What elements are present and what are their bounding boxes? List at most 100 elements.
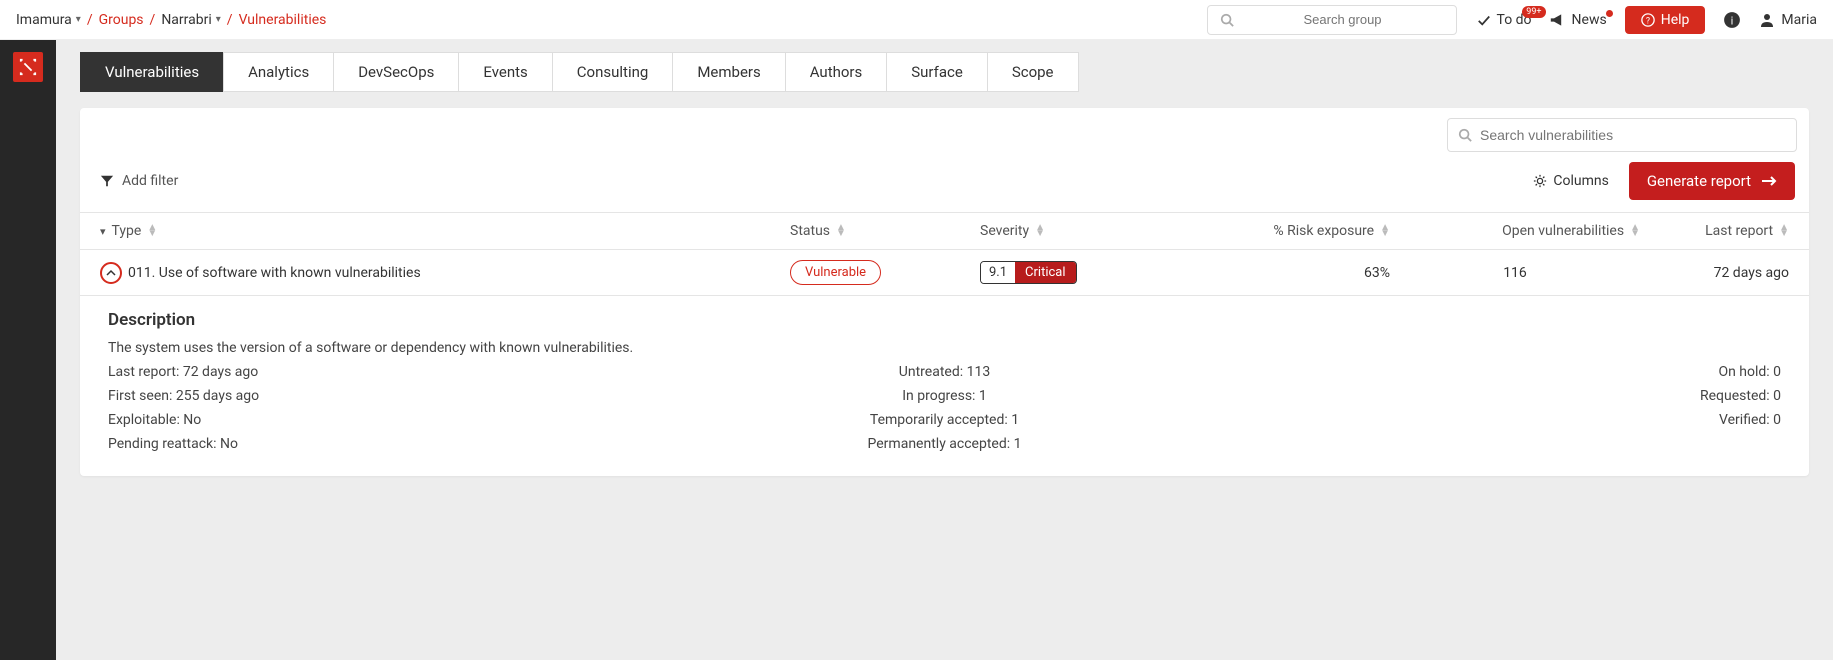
todo-button[interactable]: To do 99+ (1477, 12, 1532, 28)
info-icon: i (1723, 11, 1741, 29)
row-collapse-button[interactable] (100, 262, 122, 284)
row-last: 72 days ago (1640, 265, 1789, 281)
table-header: ▾ Type ▲▼ Status ▲▼ Severity ▲▼ % Risk e… (80, 212, 1809, 250)
col-header-severity[interactable]: Severity ▲▼ (980, 223, 1170, 239)
row-type: 011. Use of software with known vulnerab… (128, 265, 421, 281)
sort-icon: ▲▼ (1630, 225, 1640, 237)
filter-icon (100, 174, 114, 188)
tab-consulting[interactable]: Consulting (552, 52, 674, 92)
tab-analytics[interactable]: Analytics (223, 52, 334, 92)
breadcrumb-separator: / (227, 12, 233, 28)
tabs: Vulnerabilities Analytics DevSecOps Even… (80, 52, 1833, 92)
help-button[interactable]: ? Help (1625, 6, 1706, 34)
arrow-right-icon (1761, 175, 1777, 187)
tab-scope[interactable]: Scope (987, 52, 1079, 92)
detail-pending: Pending reattack: No (108, 432, 666, 456)
sort-icon: ▲▼ (147, 225, 157, 237)
add-filter-button[interactable]: Add filter (100, 173, 178, 189)
gear-icon (1533, 174, 1547, 188)
row-risk: 63% (1170, 265, 1390, 281)
user-label: Maria (1781, 12, 1817, 28)
top-search-input[interactable] (1242, 12, 1444, 27)
top-search[interactable] (1207, 5, 1457, 35)
detail-temp-accepted: Temporarily accepted: 1 (666, 408, 1224, 432)
sort-icon: ▲▼ (836, 225, 846, 237)
svg-text:?: ? (1646, 16, 1650, 26)
detail-in-progress: In progress: 1 (666, 384, 1224, 408)
main-content: Vulnerabilities Analytics DevSecOps Even… (56, 40, 1833, 660)
vuln-panel: Add filter Columns Generate report ▾ (80, 108, 1809, 476)
tab-authors[interactable]: Authors (785, 52, 888, 92)
detail-col-mid: Untreated: 113 In progress: 1 Temporaril… (666, 360, 1224, 456)
detail-description: The system uses the version of a softwar… (108, 340, 1781, 356)
news-label: News (1572, 12, 1607, 28)
todo-badge: 99+ (1522, 6, 1545, 19)
sort-icon: ▲▼ (1779, 225, 1789, 237)
top-actions: To do 99+ News ? Help i Maria (1477, 6, 1817, 34)
chevron-down-icon: ▾ (216, 14, 221, 25)
detail-perm-accepted: Permanently accepted: 1 (666, 432, 1224, 456)
vuln-search-input[interactable] (1480, 127, 1786, 143)
search-icon (1458, 128, 1472, 142)
sidebar (0, 40, 56, 660)
columns-label: Columns (1553, 173, 1608, 189)
col-header-open[interactable]: Open vulnerabilities ▲▼ (1390, 223, 1640, 239)
app-logo[interactable] (13, 52, 43, 82)
row-open: 116 (1390, 265, 1640, 281)
breadcrumb-separator: / (87, 12, 93, 28)
detail-untreated: Untreated: 113 (666, 360, 1224, 384)
col-header-last[interactable]: Last report ▲▼ (1640, 223, 1789, 239)
breadcrumb-item-vulnerabilities[interactable]: Vulnerabilities (239, 12, 327, 28)
sort-icon: ▲▼ (1380, 225, 1390, 237)
detail-requested: Requested: 0 (1223, 384, 1781, 408)
tab-devsecops[interactable]: DevSecOps (333, 52, 459, 92)
col-header-risk[interactable]: % Risk exposure ▲▼ (1170, 223, 1390, 239)
chevron-down-icon: ▾ (76, 14, 81, 25)
detail-first-seen: First seen: 255 days ago (108, 384, 666, 408)
vuln-search[interactable] (1447, 118, 1797, 152)
row-detail: Description The system uses the version … (80, 296, 1809, 456)
bullhorn-icon (1550, 13, 1566, 27)
severity-score: 9.1 (981, 262, 1015, 283)
breadcrumb-item-narrabri[interactable]: Narrabri▾ (161, 12, 220, 28)
breadcrumb-separator: / (150, 12, 156, 28)
tab-surface[interactable]: Surface (886, 52, 988, 92)
generate-report-label: Generate report (1647, 172, 1751, 190)
add-filter-label: Add filter (122, 173, 178, 189)
chevron-up-icon (106, 268, 116, 278)
columns-button[interactable]: Columns (1533, 173, 1608, 189)
breadcrumb-item-groups[interactable]: Groups (99, 12, 144, 28)
detail-last-report: Last report: 72 days ago (108, 360, 666, 384)
info-button[interactable]: i (1723, 11, 1741, 29)
tab-events[interactable]: Events (458, 52, 552, 92)
detail-col-right: On hold: 0 Requested: 0 Verified: 0 (1223, 360, 1781, 456)
detail-verified: Verified: 0 (1223, 408, 1781, 432)
status-badge: Vulnerable (790, 260, 881, 285)
news-button[interactable]: News (1550, 12, 1607, 28)
toolbar: Add filter Columns Generate report (80, 152, 1809, 212)
svg-text:i: i (1731, 14, 1734, 27)
sort-icon: ▲▼ (1035, 225, 1045, 237)
table-row[interactable]: 011. Use of software with known vulnerab… (80, 250, 1809, 296)
generate-report-button[interactable]: Generate report (1629, 162, 1795, 200)
tab-members[interactable]: Members (672, 52, 785, 92)
severity-label: Critical (1015, 262, 1075, 283)
detail-exploitable: Exploitable: No (108, 408, 666, 432)
user-menu[interactable]: Maria (1759, 12, 1817, 28)
help-label: Help (1661, 12, 1690, 28)
detail-col-left: Last report: 72 days ago First seen: 255… (108, 360, 666, 456)
tab-vulnerabilities[interactable]: Vulnerabilities (80, 52, 224, 92)
detail-title: Description (108, 310, 1781, 330)
col-header-type[interactable]: ▾ Type ▲▼ (100, 223, 790, 239)
search-icon (1220, 13, 1234, 27)
severity-chip: 9.1 Critical (980, 261, 1077, 284)
user-icon (1759, 12, 1775, 28)
chevron-down-icon: ▾ (100, 225, 106, 238)
breadcrumb-item-imamura[interactable]: Imamura▾ (16, 12, 81, 28)
detail-on-hold: On hold: 0 (1223, 360, 1781, 384)
notification-dot (1606, 10, 1613, 17)
breadcrumb: Imamura▾ / Groups / Narrabri▾ / Vulnerab… (16, 12, 1207, 28)
top-bar: Imamura▾ / Groups / Narrabri▾ / Vulnerab… (0, 0, 1833, 40)
col-header-status[interactable]: Status ▲▼ (790, 223, 980, 239)
question-icon: ? (1641, 13, 1655, 27)
